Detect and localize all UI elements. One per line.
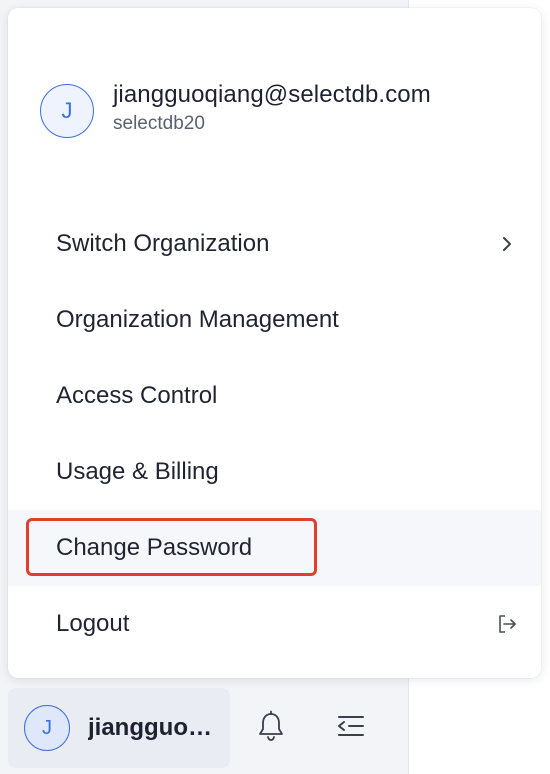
menu-item-change-password[interactable]: Change Password (8, 510, 541, 586)
user-account-button[interactable]: J jiangguoqiang@selectdb.com (8, 688, 230, 768)
menu-item-logout[interactable]: Logout (8, 586, 541, 662)
menu-item-label: Switch Organization (56, 230, 270, 257)
chevron-right-icon (495, 232, 519, 256)
user-menu-popup: J jiangguoqiang@selectdb.com selectdb20 … (8, 8, 541, 678)
user-organization: selectdb20 (113, 113, 205, 134)
menu-item-organization-management[interactable]: Organization Management (8, 282, 541, 358)
user-avatar-small: J (24, 705, 70, 751)
user-header: J (40, 84, 94, 138)
menu-item-label: Organization Management (56, 306, 339, 333)
menu-item-label: Usage & Billing (56, 458, 219, 485)
menu-item-label: Change Password (56, 534, 253, 561)
username-label: jiangguoqiang@selectdb.com (88, 714, 216, 741)
menu-item-label: Access Control (56, 382, 218, 409)
menu-item-switch-organization[interactable]: Switch Organization (8, 206, 541, 282)
logout-icon (495, 612, 519, 636)
user-menu: Switch Organization Organization Managem… (8, 206, 541, 662)
menu-item-label: Logout (56, 610, 130, 637)
notifications-button[interactable] (251, 708, 291, 748)
sidebar-bottom-bar: J jiangguoqiang@selectdb.com (0, 686, 408, 774)
user-avatar-initial: J (42, 716, 52, 739)
user-info: jiangguoqiang@selectdb.com selectdb20 (113, 80, 431, 136)
menu-item-usage-billing[interactable]: Usage & Billing (8, 434, 541, 510)
user-avatar-initial: J (61, 98, 73, 123)
collapse-menu-icon (336, 712, 366, 745)
menu-item-access-control[interactable]: Access Control (8, 358, 541, 434)
user-avatar: J (40, 84, 94, 138)
collapse-sidebar-button[interactable] (331, 708, 371, 748)
user-email: jiangguoqiang@selectdb.com (113, 81, 431, 108)
bell-icon (256, 710, 286, 747)
